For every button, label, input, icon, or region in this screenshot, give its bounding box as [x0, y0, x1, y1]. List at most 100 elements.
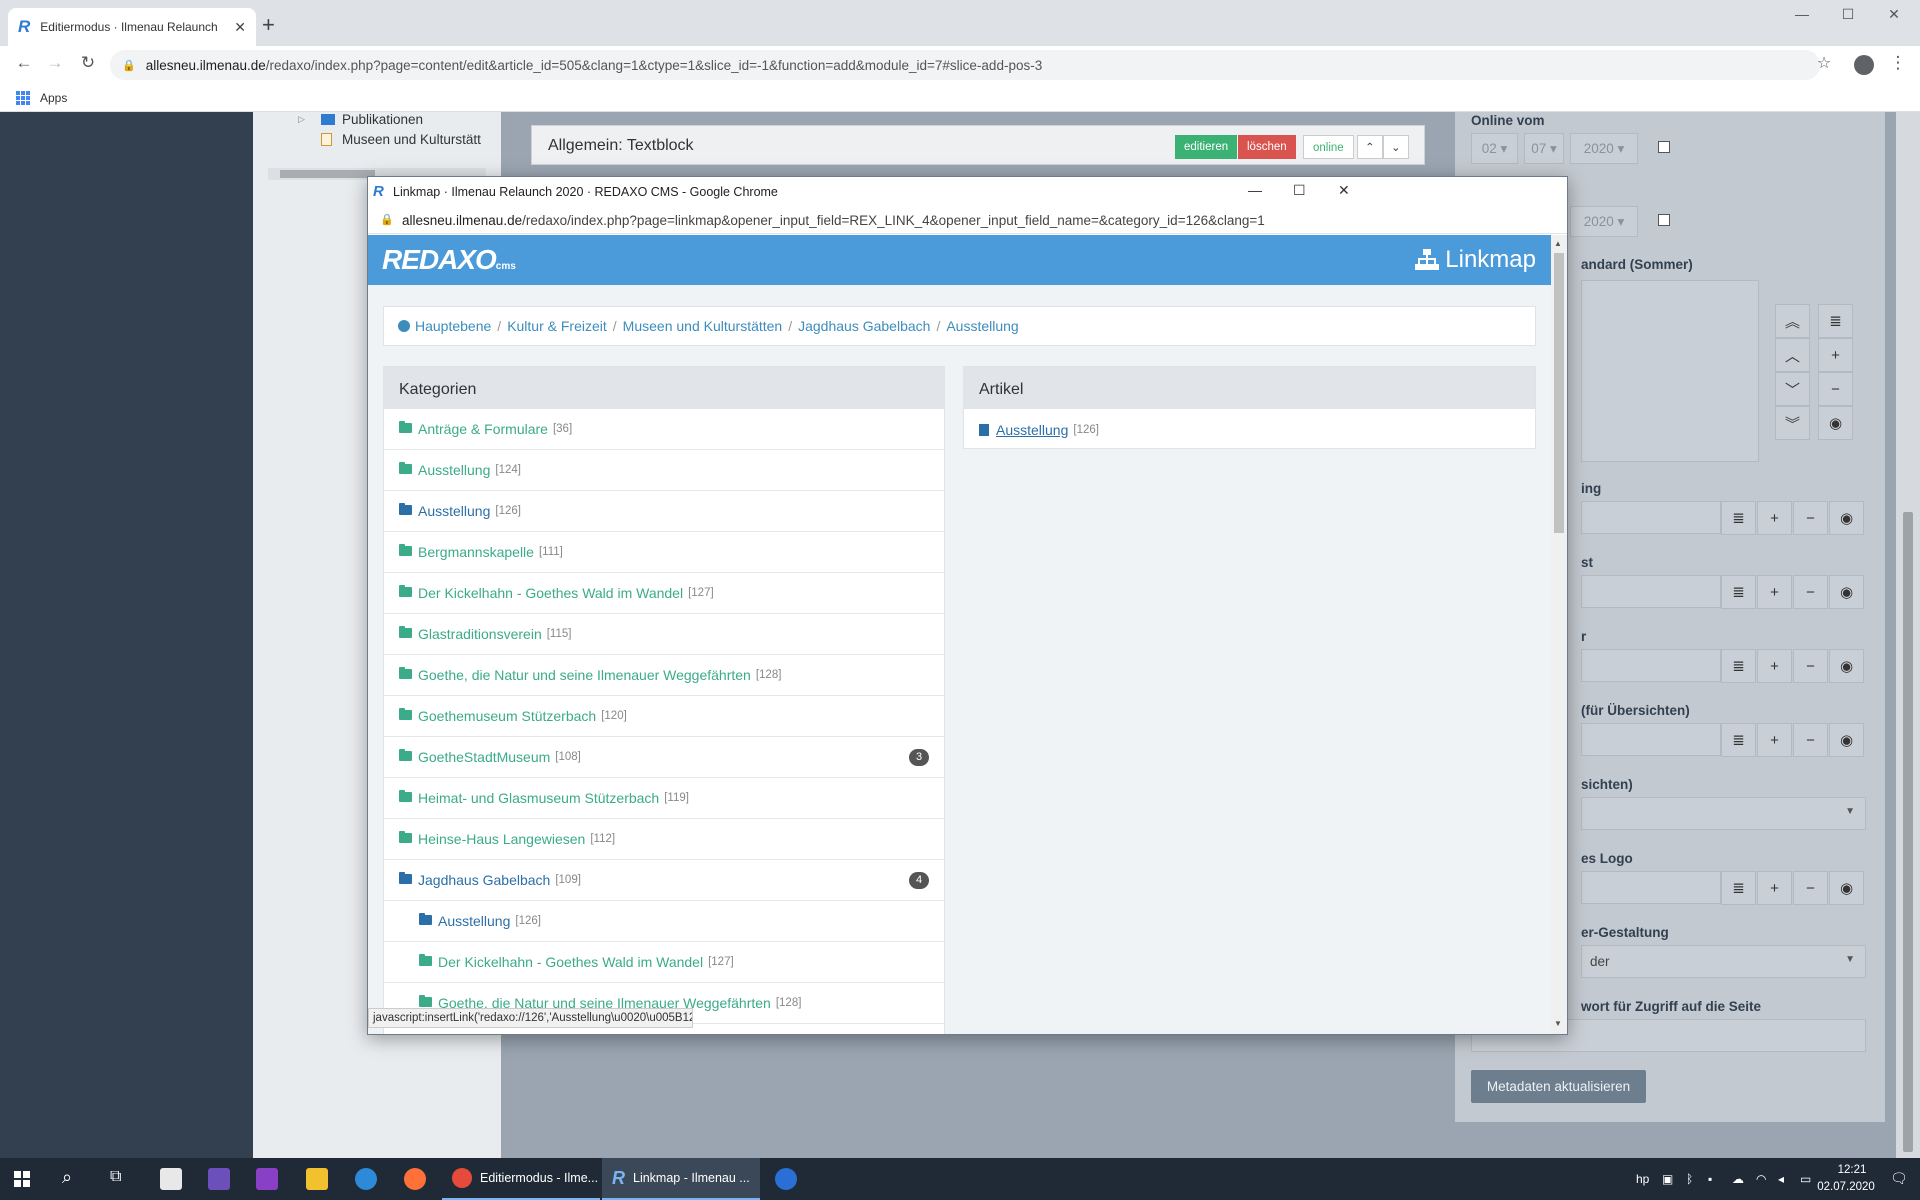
remove-icon[interactable]: −: [1818, 372, 1853, 406]
browser-tab[interactable]: R Editiermodus · Ilmenau Relaunch ✕: [8, 8, 256, 46]
category-item[interactable]: Der Kickelhahn - Goethes Wald im Wandel […: [384, 573, 944, 614]
close-window-icon[interactable]: ✕: [1884, 6, 1904, 23]
move-up-icon[interactable]: ⌃: [1357, 135, 1383, 159]
month-select[interactable]: 07 ▾: [1524, 133, 1564, 164]
back-icon[interactable]: ←: [12, 53, 36, 73]
category-name[interactable]: Goethe, die Natur und seine Ilmenauer We…: [418, 667, 751, 683]
category-name[interactable]: Der Kickelhahn - Goethes Wald im Wandel: [418, 585, 683, 601]
expand-icon[interactable]: ▷: [298, 114, 305, 125]
year-select-2[interactable]: 2020 ▾: [1570, 206, 1638, 237]
address-bar[interactable]: 🔒 allesneu.ilmenau.de /redaxo/index.php?…: [110, 50, 1820, 80]
clock-time[interactable]: 12:21: [1822, 1164, 1882, 1176]
popup-scrollbar[interactable]: ▲ ▼: [1551, 235, 1567, 1034]
breadcrumb-item[interactable]: Ausstellung: [946, 318, 1018, 334]
select-field[interactable]: ▼: [1581, 797, 1866, 830]
edit-button[interactable]: editieren: [1175, 135, 1238, 159]
firefox-icon[interactable]: [404, 1168, 426, 1190]
apps-icon[interactable]: [16, 91, 30, 105]
tree-item[interactable]: Publikationen: [342, 112, 423, 127]
reload-icon[interactable]: ↻: [76, 53, 100, 73]
breadcrumb-item[interactable]: Museen und Kulturstätten: [623, 318, 783, 334]
online-checkbox[interactable]: [1658, 141, 1670, 153]
list-icon[interactable]: ≣: [1721, 501, 1756, 535]
maximize-icon[interactable]: ☐: [1838, 6, 1858, 23]
link-input[interactable]: [1581, 649, 1721, 682]
subcategory-item[interactable]: Der Kickelhahn - Goethes Wald im Wandel […: [384, 942, 944, 983]
select-field[interactable]: der ▼: [1581, 945, 1866, 978]
minimize-icon[interactable]: —: [1248, 182, 1262, 198]
add-icon[interactable]: +: [1757, 649, 1792, 683]
new-tab-icon[interactable]: +: [262, 12, 282, 38]
category-name[interactable]: Heimat- und Glasmuseum Stützerbach: [418, 790, 659, 806]
search-icon[interactable]: ⌕: [62, 1167, 72, 1188]
scroll-down-icon[interactable]: ▼: [1554, 1019, 1562, 1028]
tray-icon[interactable]: ▪: [1708, 1172, 1712, 1186]
article-link[interactable]: Ausstellung: [996, 422, 1068, 438]
category-name[interactable]: Goethemuseum Stützerbach: [418, 708, 596, 724]
taskbar-app-linkmap[interactable]: R Linkmap - Ilmenau ...: [602, 1158, 760, 1200]
notifications-icon[interactable]: 🗨: [1890, 1170, 1908, 1187]
remove-icon[interactable]: −: [1793, 723, 1828, 757]
popup-address-bar[interactable]: 🔒 allesneu.ilmenau.de/redaxo/index.php?p…: [368, 207, 1567, 234]
category-item[interactable]: GoetheStadtMuseum [108] 3: [384, 737, 944, 778]
category-name[interactable]: Jagdhaus Gabelbach: [418, 872, 550, 888]
forward-icon[interactable]: →: [43, 53, 67, 73]
tree-item[interactable]: Museen und Kulturstätt: [342, 132, 481, 147]
list-icon[interactable]: ≣: [1721, 649, 1756, 683]
category-item-active[interactable]: Ausstellung [126]: [384, 491, 944, 532]
scroll-thumb[interactable]: [1554, 253, 1564, 533]
year-select[interactable]: 2020 ▾: [1570, 133, 1638, 164]
view-icon[interactable]: ◉: [1829, 501, 1864, 535]
add-icon[interactable]: +: [1757, 575, 1792, 609]
category-name[interactable]: Bergmannskapelle: [418, 544, 534, 560]
move-bottom-icon[interactable]: ︾: [1775, 406, 1810, 440]
add-icon[interactable]: +: [1757, 501, 1792, 535]
category-item[interactable]: Glastraditionsverein [115]: [384, 614, 944, 655]
category-item[interactable]: Heinse-Haus Langewiesen [112]: [384, 819, 944, 860]
view-icon[interactable]: ◉: [1829, 871, 1864, 905]
category-name[interactable]: Ausstellung: [418, 503, 490, 519]
add-icon[interactable]: +: [1757, 871, 1792, 905]
media-input[interactable]: [1581, 871, 1721, 904]
clock-date[interactable]: 02.07.2020: [1806, 1181, 1886, 1193]
remove-icon[interactable]: −: [1793, 871, 1828, 905]
app-icon[interactable]: [256, 1168, 278, 1190]
move-down-small-icon[interactable]: ﹀: [1775, 372, 1810, 406]
windows-start-icon[interactable]: [14, 1171, 30, 1187]
category-item[interactable]: Heimat- und Glasmuseum Stützerbach [119]: [384, 778, 944, 819]
menu-icon[interactable]: ⋮: [1886, 53, 1910, 73]
volume-icon[interactable]: ◂: [1778, 1172, 1784, 1186]
list-icon[interactable]: ≣: [1818, 304, 1853, 338]
minimize-icon[interactable]: —: [1792, 6, 1812, 22]
list-icon[interactable]: ≣: [1721, 723, 1756, 757]
task-view-icon[interactable]: ⧉: [110, 1168, 121, 1186]
link-input[interactable]: [1581, 501, 1721, 534]
taskbar-app-chrome[interactable]: Editiermodus - Ilme...: [442, 1158, 600, 1200]
scroll-up-icon[interactable]: ▲: [1554, 239, 1562, 248]
list-icon[interactable]: ≣: [1721, 575, 1756, 609]
calculator-icon[interactable]: [160, 1168, 182, 1190]
category-name[interactable]: Ausstellung: [438, 913, 510, 929]
offline-checkbox[interactable]: [1658, 214, 1670, 226]
breadcrumb-item[interactable]: Hauptebene: [415, 318, 491, 334]
file-explorer-icon[interactable]: [306, 1168, 328, 1190]
category-name[interactable]: Heinse-Haus Langewiesen: [418, 831, 585, 847]
wifi-icon[interactable]: ◠: [1756, 1172, 1766, 1186]
category-item-expanded[interactable]: Jagdhaus Gabelbach [109] 4: [384, 860, 944, 901]
category-item[interactable]: Ausstellung [124]: [384, 450, 944, 491]
close-tab-icon[interactable]: ✕: [234, 19, 246, 36]
view-icon[interactable]: ◉: [1818, 406, 1853, 440]
view-icon[interactable]: ◉: [1829, 723, 1864, 757]
app-icon[interactable]: [775, 1168, 797, 1190]
remove-icon[interactable]: −: [1793, 649, 1828, 683]
add-icon[interactable]: +: [1757, 723, 1792, 757]
category-name[interactable]: Glastraditionsverein: [418, 626, 542, 642]
app-icon[interactable]: [208, 1168, 230, 1190]
category-name[interactable]: GoetheStadtMuseum: [418, 749, 550, 765]
edge-icon[interactable]: [355, 1168, 377, 1190]
maximize-icon[interactable]: ☐: [1293, 182, 1306, 199]
page-scrollbar[interactable]: [1896, 112, 1920, 1158]
day-select[interactable]: 02 ▾: [1471, 133, 1518, 164]
subcategory-item-active[interactable]: Ausstellung [126]: [384, 901, 944, 942]
breadcrumb-item[interactable]: Kultur & Freizeit: [507, 318, 607, 334]
